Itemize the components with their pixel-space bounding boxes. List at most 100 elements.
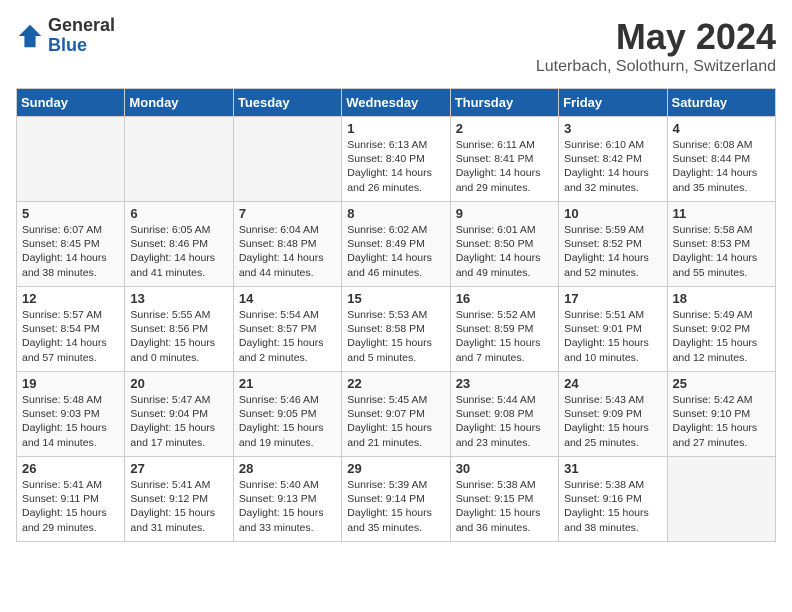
- calendar-cell: 6 Sunrise: 6:05 AMSunset: 8:46 PMDaylight…: [125, 202, 233, 287]
- calendar-cell: 10Sunrise: 5:59 AMSunset: 8:52 PMDayligh…: [559, 202, 667, 287]
- cell-content: Sunrise: 6:11 AMSunset: 8:41 PMDaylight:…: [456, 138, 553, 195]
- location: Luterbach, Solothurn, Switzerland: [536, 58, 776, 76]
- calendar-cell: 30Sunrise: 5:38 AMSunset: 9:15 PMDayligh…: [450, 457, 558, 542]
- cell-content: Sunrise: 5:53 AMSunset: 8:58 PMDaylight:…: [347, 308, 444, 365]
- calendar-cell: 13 Sunrise: 5:55 AMSunset: 8:56 PMDayligh…: [125, 287, 233, 372]
- calendar-header: SundayMondayTuesdayWednesdayThursdayFrid…: [17, 89, 776, 117]
- day-number: 4: [673, 121, 770, 136]
- calendar-cell: 17 Sunrise: 5:51 AMSunset: 9:01 PMDayligh…: [559, 287, 667, 372]
- cell-content: Sunrise: 5:41 AMSunset: 9:11 PMDaylight:…: [22, 478, 119, 535]
- day-number: 30: [456, 461, 553, 476]
- day-number: 19: [22, 376, 119, 391]
- calendar-cell: 7 Sunrise: 6:04 AMSunset: 8:48 PMDaylight…: [233, 202, 341, 287]
- cell-content: Sunrise: 6:10 AMSunset: 8:42 PMDaylight:…: [564, 138, 661, 195]
- week-row-1: 1Sunrise: 6:13 AMSunset: 8:40 PMDaylight…: [17, 117, 776, 202]
- cell-content: Sunrise: 5:51 AMSunset: 9:01 PMDaylight:…: [564, 308, 661, 365]
- logo-icon: [16, 22, 44, 50]
- day-number: 5: [22, 206, 119, 221]
- logo-general: General: [48, 16, 115, 36]
- calendar-cell: 22 Sunrise: 5:45 AMSunset: 9:07 PMDayligh…: [342, 372, 450, 457]
- day-number: 7: [239, 206, 336, 221]
- day-header-thursday: Thursday: [450, 89, 558, 117]
- calendar-cell: 15Sunrise: 5:53 AMSunset: 8:58 PMDayligh…: [342, 287, 450, 372]
- day-number: 14: [239, 291, 336, 306]
- day-number: 24: [564, 376, 661, 391]
- logo: General Blue: [16, 16, 115, 56]
- week-row-2: 5 Sunrise: 6:07 AMSunset: 8:45 PMDaylight…: [17, 202, 776, 287]
- calendar-cell: 12 Sunrise: 5:57 AMSunset: 8:54 PMDayligh…: [17, 287, 125, 372]
- day-number: 2: [456, 121, 553, 136]
- week-row-3: 12 Sunrise: 5:57 AMSunset: 8:54 PMDayligh…: [17, 287, 776, 372]
- calendar-cell: 18Sunrise: 5:49 AMSunset: 9:02 PMDayligh…: [667, 287, 775, 372]
- cell-content: Sunrise: 5:57 AMSunset: 8:54 PMDaylight:…: [22, 308, 119, 365]
- calendar-cell: 21 Sunrise: 5:46 AMSunset: 9:05 PMDayligh…: [233, 372, 341, 457]
- day-number: 8: [347, 206, 444, 221]
- title-block: May 2024 Luterbach, Solothurn, Switzerla…: [536, 16, 776, 76]
- cell-content: Sunrise: 5:41 AMSunset: 9:12 PMDaylight:…: [130, 478, 227, 535]
- cell-content: Sunrise: 5:45 AMSunset: 9:07 PMDaylight:…: [347, 393, 444, 450]
- week-row-5: 26Sunrise: 5:41 AMSunset: 9:11 PMDayligh…: [17, 457, 776, 542]
- calendar-cell: 20 Sunrise: 5:47 AMSunset: 9:04 PMDayligh…: [125, 372, 233, 457]
- calendar-cell: 9 Sunrise: 6:01 AMSunset: 8:50 PMDaylight…: [450, 202, 558, 287]
- days-of-week-row: SundayMondayTuesdayWednesdayThursdayFrid…: [17, 89, 776, 117]
- cell-content: Sunrise: 6:08 AMSunset: 8:44 PMDaylight:…: [673, 138, 770, 195]
- cell-content: Sunrise: 5:42 AMSunset: 9:10 PMDaylight:…: [673, 393, 770, 450]
- cell-content: Sunrise: 5:46 AMSunset: 9:05 PMDaylight:…: [239, 393, 336, 450]
- cell-content: Sunrise: 5:54 AMSunset: 8:57 PMDaylight:…: [239, 308, 336, 365]
- cell-content: Sunrise: 5:48 AMSunset: 9:03 PMDaylight:…: [22, 393, 119, 450]
- calendar-cell: [17, 117, 125, 202]
- day-number: 16: [456, 291, 553, 306]
- cell-content: Sunrise: 6:01 AMSunset: 8:50 PMDaylight:…: [456, 223, 553, 280]
- cell-content: Sunrise: 5:52 AMSunset: 8:59 PMDaylight:…: [456, 308, 553, 365]
- cell-content: Sunrise: 6:02 AMSunset: 8:49 PMDaylight:…: [347, 223, 444, 280]
- day-header-saturday: Saturday: [667, 89, 775, 117]
- calendar-cell: 25 Sunrise: 5:42 AMSunset: 9:10 PMDayligh…: [667, 372, 775, 457]
- day-header-sunday: Sunday: [17, 89, 125, 117]
- cell-content: Sunrise: 5:40 AMSunset: 9:13 PMDaylight:…: [239, 478, 336, 535]
- day-number: 17: [564, 291, 661, 306]
- day-number: 22: [347, 376, 444, 391]
- cell-content: Sunrise: 6:07 AMSunset: 8:45 PMDaylight:…: [22, 223, 119, 280]
- cell-content: Sunrise: 5:55 AMSunset: 8:56 PMDaylight:…: [130, 308, 227, 365]
- calendar-cell: [233, 117, 341, 202]
- page-header: General Blue May 2024 Luterbach, Solothu…: [16, 16, 776, 76]
- cell-content: Sunrise: 5:38 AMSunset: 9:16 PMDaylight:…: [564, 478, 661, 535]
- calendar-cell: 29Sunrise: 5:39 AMSunset: 9:14 PMDayligh…: [342, 457, 450, 542]
- calendar-cell: 31 Sunrise: 5:38 AMSunset: 9:16 PMDayligh…: [559, 457, 667, 542]
- cell-content: Sunrise: 5:49 AMSunset: 9:02 PMDaylight:…: [673, 308, 770, 365]
- cell-content: Sunrise: 6:04 AMSunset: 8:48 PMDaylight:…: [239, 223, 336, 280]
- day-number: 25: [673, 376, 770, 391]
- calendar-cell: 23 Sunrise: 5:44 AMSunset: 9:08 PMDayligh…: [450, 372, 558, 457]
- day-number: 13: [130, 291, 227, 306]
- day-header-wednesday: Wednesday: [342, 89, 450, 117]
- cell-content: Sunrise: 5:43 AMSunset: 9:09 PMDaylight:…: [564, 393, 661, 450]
- calendar-cell: 4 Sunrise: 6:08 AMSunset: 8:44 PMDaylight…: [667, 117, 775, 202]
- day-header-tuesday: Tuesday: [233, 89, 341, 117]
- calendar-cell: 8 Sunrise: 6:02 AMSunset: 8:49 PMDaylight…: [342, 202, 450, 287]
- cell-content: Sunrise: 5:47 AMSunset: 9:04 PMDaylight:…: [130, 393, 227, 450]
- day-number: 31: [564, 461, 661, 476]
- day-number: 28: [239, 461, 336, 476]
- calendar-cell: 2 Sunrise: 6:11 AMSunset: 8:41 PMDaylight…: [450, 117, 558, 202]
- cell-content: Sunrise: 5:58 AMSunset: 8:53 PMDaylight:…: [673, 223, 770, 280]
- day-header-friday: Friday: [559, 89, 667, 117]
- day-header-monday: Monday: [125, 89, 233, 117]
- month-title: May 2024: [536, 16, 776, 58]
- calendar-cell: 19 Sunrise: 5:48 AMSunset: 9:03 PMDayligh…: [17, 372, 125, 457]
- cell-content: Sunrise: 5:44 AMSunset: 9:08 PMDaylight:…: [456, 393, 553, 450]
- calendar-cell: [667, 457, 775, 542]
- calendar-table: SundayMondayTuesdayWednesdayThursdayFrid…: [16, 88, 776, 542]
- day-number: 9: [456, 206, 553, 221]
- day-number: 23: [456, 376, 553, 391]
- day-number: 29: [347, 461, 444, 476]
- calendar-cell: 16 Sunrise: 5:52 AMSunset: 8:59 PMDayligh…: [450, 287, 558, 372]
- day-number: 6: [130, 206, 227, 221]
- day-number: 12: [22, 291, 119, 306]
- calendar-cell: 26Sunrise: 5:41 AMSunset: 9:11 PMDayligh…: [17, 457, 125, 542]
- day-number: 21: [239, 376, 336, 391]
- calendar-cell: 1Sunrise: 6:13 AMSunset: 8:40 PMDaylight…: [342, 117, 450, 202]
- calendar-body: 1Sunrise: 6:13 AMSunset: 8:40 PMDaylight…: [17, 117, 776, 542]
- day-number: 20: [130, 376, 227, 391]
- day-number: 3: [564, 121, 661, 136]
- cell-content: Sunrise: 6:05 AMSunset: 8:46 PMDaylight:…: [130, 223, 227, 280]
